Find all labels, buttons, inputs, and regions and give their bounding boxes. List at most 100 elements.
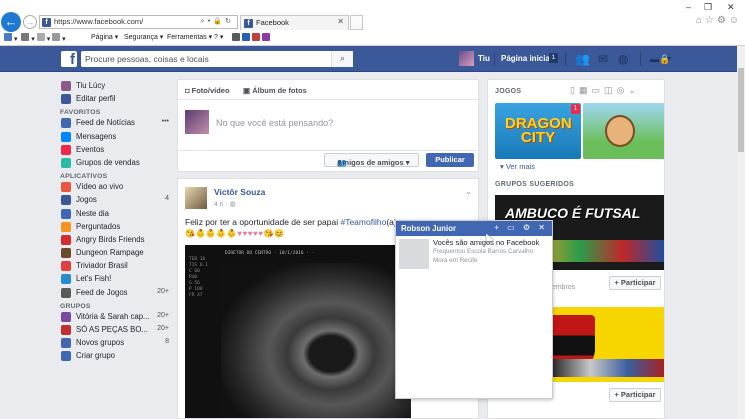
- chat-header-icons[interactable]: + ▭ ⚙ ✕: [494, 223, 548, 232]
- audience-label: Amigos de amigos ▾: [337, 158, 410, 167]
- composer-input[interactable]: No que você está pensando?: [216, 118, 333, 128]
- sidebar-item[interactable]: Feed de Jogos 20+: [60, 287, 172, 299]
- post-hashtag[interactable]: #Teamofilho: [340, 217, 386, 227]
- ultrasound-header: DIRETOR DO CENTRO · 18/1/2016 · ·: [225, 251, 315, 256]
- see-more-link[interactable]: ▾ Ver mais: [500, 162, 535, 171]
- create-group-icon: [61, 351, 71, 362]
- sidebar-item[interactable]: Eventos: [60, 144, 172, 156]
- profile-link[interactable]: Tiu: [478, 54, 490, 63]
- close-window-icon[interactable]: ✕: [727, 2, 735, 13]
- sidebar-item[interactable]: Mensagens: [60, 131, 172, 143]
- post-text: Feliz por ter a oportunidade de ser papa…: [185, 217, 397, 227]
- scrollbar-thumb[interactable]: [738, 68, 744, 152]
- maximize-icon[interactable]: ❐: [704, 2, 712, 13]
- games-filter-icons[interactable]: ▯▦▭◫◎⌄: [570, 85, 640, 96]
- chat-school: Frequentou Escola Barros Carvalho: [433, 248, 534, 255]
- sidebar-item[interactable]: Dungeon Rampage: [60, 247, 172, 259]
- sidebar-item-label: Mensagens: [76, 131, 117, 141]
- search-placeholder: Procure pessoas, coisas e locais: [85, 54, 209, 64]
- sidebar-item-count: 8: [165, 338, 169, 346]
- sidebar-item[interactable]: Let's Fish!: [60, 273, 172, 285]
- chat-header[interactable]: Robson Junior + ▭ ⚙ ✕: [396, 221, 552, 244]
- facebook-topbar: f Procure pessoas, coisas e locais ⌕ Tiu…: [0, 46, 745, 72]
- sidebar-item[interactable]: Vídeo ao vivo: [60, 181, 172, 193]
- post-author[interactable]: Victôr Souza: [214, 187, 265, 197]
- extension-icons[interactable]: [232, 33, 270, 43]
- divider: [494, 52, 495, 66]
- menu-ferramentas[interactable]: Ferramentas ▾: [167, 33, 212, 41]
- game-thumbnail[interactable]: [583, 103, 664, 159]
- page-scrollbar[interactable]: [737, 46, 745, 419]
- lets-fish-icon: [61, 274, 71, 285]
- avatar[interactable]: [185, 187, 207, 209]
- avatar[interactable]: [399, 239, 429, 269]
- join-group-button[interactable]: + Participar: [609, 388, 661, 402]
- post-timestamp[interactable]: 4 h · ◍: [214, 200, 235, 208]
- publish-button[interactable]: Publicar: [426, 153, 474, 167]
- group-member-photos: [553, 359, 664, 377]
- sidebar-item[interactable]: Editar perfil: [60, 93, 172, 105]
- post-options-chevron-icon[interactable]: ⌄: [465, 187, 472, 196]
- address-bar[interactable]: f https://www.facebook.com/ ⌕▾🔒↻: [39, 15, 238, 29]
- search-icon[interactable]: ⌕: [331, 51, 353, 67]
- ultrasound-side-readout: TEB 16 TIS 0.1 C 60 R40 G 56 P 100 FR 47: [189, 257, 208, 298]
- chat-contact-name[interactable]: Robson Junior: [401, 224, 456, 233]
- address-bar-icons[interactable]: ⌕▾🔒↻: [201, 17, 234, 26]
- tab-photo-album[interactable]: ▣ Álbum de fotos: [243, 86, 307, 95]
- sidebar-item[interactable]: Perguntados: [60, 221, 172, 233]
- sidebar-item[interactable]: Novos grupos 8: [60, 337, 172, 349]
- game-dragon-city[interactable]: DRAGON CITY 1: [495, 103, 581, 159]
- minimize-icon[interactable]: –: [686, 2, 691, 12]
- account-menu-chevron-icon[interactable]: ▾: [667, 54, 671, 63]
- friend-requests-icon[interactable]: 👥: [575, 52, 590, 66]
- divider: [178, 150, 478, 151]
- tab-photo-video[interactable]: ◘ Foto/vídeo: [185, 86, 230, 95]
- camera-icon: ◘: [185, 86, 190, 95]
- sidebar-item[interactable]: Criar grupo: [60, 350, 172, 362]
- sidebar-item-label: Feed de Notícias: [76, 118, 135, 128]
- sidebar-item-label: Grupos de vendas: [76, 157, 140, 167]
- join-group-button[interactable]: + Participar: [609, 276, 661, 290]
- games-icon: [61, 195, 71, 206]
- back-arrow-icon[interactable]: ←: [1, 12, 21, 32]
- sidebar-item[interactable]: Vitória & Sarah cap... 20+: [60, 311, 172, 323]
- notifications-globe-icon[interactable]: ◍: [618, 52, 628, 66]
- menu-pagina[interactable]: Página ▾: [91, 33, 118, 41]
- sidebar-item[interactable]: Triviador Brasil: [60, 260, 172, 272]
- avatar[interactable]: [459, 51, 474, 66]
- divider: [565, 52, 566, 66]
- tab-close-icon[interactable]: ✕: [337, 17, 344, 26]
- audience-selector[interactable]: 👥 Amigos de amigos ▾: [324, 153, 419, 167]
- facebook-logo-icon[interactable]: f: [61, 51, 77, 67]
- tools-icons[interactable]: ▾ ▾ ▾ ▾: [4, 33, 66, 43]
- sidebar-item-label: Vitória & Sarah cap...: [76, 311, 150, 321]
- sidebar-item[interactable]: Jogos 4: [60, 194, 172, 206]
- events-icon: [61, 144, 71, 155]
- forward-arrow-icon[interactable]: →: [23, 15, 37, 29]
- sidebar-item-label: Angry Birds Friends: [76, 234, 145, 244]
- menu-help[interactable]: ? ▾: [214, 33, 223, 41]
- divider: [640, 52, 641, 66]
- tab-facebook[interactable]: f Facebook ✕: [240, 15, 349, 30]
- chat-window[interactable]: Robson Junior + ▭ ⚙ ✕ Vocês são amigos n…: [395, 220, 553, 399]
- url-text[interactable]: https://www.facebook.com/: [54, 17, 143, 26]
- messages-icon[interactable]: ✉: [598, 52, 608, 66]
- sidebar-item[interactable]: Grupos de vendas: [60, 157, 172, 169]
- menu-seguranca[interactable]: Segurança ▾: [124, 33, 163, 41]
- post-photo-ultrasound[interactable]: DIRETOR DO CENTRO · 18/1/2016 · · TEB 16…: [185, 245, 411, 418]
- sidebar-item[interactable]: SÓ AS PEÇAS BO... 20+: [60, 324, 172, 336]
- sidebar-item[interactable]: Tiu Lúcy: [60, 80, 172, 92]
- toolbar-icons[interactable]: ⌂☆⚙☺: [696, 15, 742, 26]
- group-icon: [61, 311, 71, 322]
- home-link[interactable]: Página inicial: [501, 54, 552, 63]
- browser-chrome: ← → f https://www.facebook.com/ ⌕▾🔒↻ f F…: [0, 0, 745, 46]
- search-input[interactable]: Procure pessoas, coisas e locais ⌕: [81, 51, 353, 67]
- sidebar-item[interactable]: Feed de Notícias •••: [60, 117, 172, 129]
- sidebar-item[interactable]: Angry Birds Friends: [60, 234, 172, 246]
- new-tab-button[interactable]: [350, 15, 363, 30]
- dungeon-rampage-icon: [61, 248, 71, 259]
- sidebar-item[interactable]: Neste dia: [60, 208, 172, 220]
- game-title: DRAGON CITY: [505, 115, 572, 146]
- tab-photo-album-label: Álbum de fotos: [252, 86, 307, 95]
- new-groups-icon: [61, 338, 71, 349]
